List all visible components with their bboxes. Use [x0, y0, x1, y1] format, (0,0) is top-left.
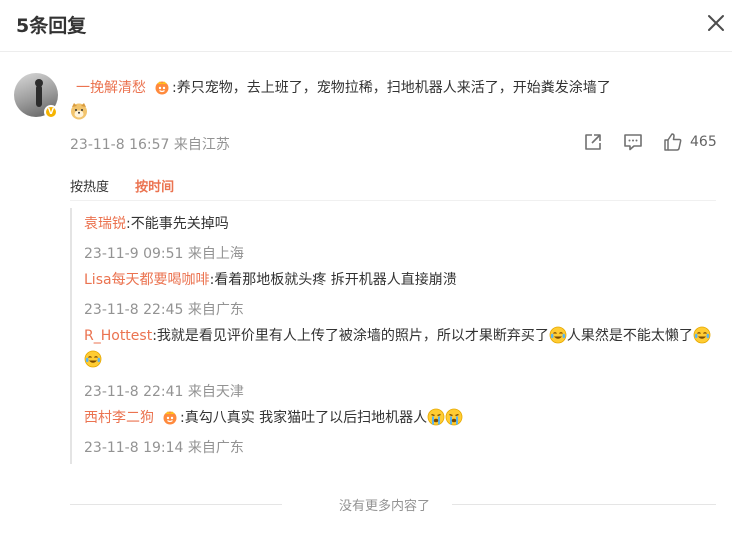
comment-actions: 465	[583, 132, 723, 154]
crying-emoji	[445, 408, 463, 426]
verified-badge-icon: V	[44, 105, 58, 119]
reply-date: 23-11-9 09:51	[84, 246, 184, 262]
reply-text: :我就是看见评价里有人上传了被涂墙的照片，所以才果断弃买了	[152, 328, 549, 344]
comment-icon[interactable]	[623, 132, 643, 152]
main-comment-username[interactable]: 一挽解清愁	[76, 80, 146, 96]
reply-location: 来自广东	[187, 302, 244, 318]
laugh-cry-emoji	[549, 326, 567, 344]
sort-bar: 按热度 按时间	[70, 176, 174, 195]
reply-meta: 23-11-8 22:41 来自天津	[84, 381, 244, 401]
reply-username[interactable]: R_Hottest	[84, 328, 152, 344]
reply-text: :不能事先关掉吗	[126, 216, 229, 232]
reply-date: 23-11-8 22:41	[84, 384, 184, 400]
laugh-cry-emoji	[84, 350, 102, 368]
reply-location: 来自上海	[187, 246, 244, 262]
vip-crown-icon	[155, 81, 169, 95]
reply-username[interactable]: 西村李二狗	[84, 410, 154, 426]
reply-item: R_Hottest:我就是看见评价里有人上传了被涂墙的照片，所以才果断弃买了 人…	[84, 324, 714, 372]
main-comment-text: 一挽解清愁 :养只宠物，去上班了，宠物拉稀，扫地机器人来活了，开始粪发涂墙了	[70, 76, 718, 124]
thumbs-up-icon[interactable]	[663, 132, 683, 152]
sort-by-hot-tab[interactable]: 按热度	[70, 180, 109, 195]
vip-crown-icon	[163, 411, 177, 425]
reply-username[interactable]: Lisa每天都要喝咖啡	[84, 272, 210, 288]
sort-by-time-tab[interactable]: 按时间	[135, 180, 174, 195]
reply-username[interactable]: 袁瑞锐	[84, 216, 126, 232]
crying-emoji	[427, 408, 445, 426]
divider	[70, 504, 282, 505]
reply-item: 袁瑞锐:不能事先关掉吗	[84, 212, 714, 236]
like-count: 465	[690, 134, 717, 150]
main-comment-meta: 23-11-8 16:57 来自江苏	[70, 134, 230, 154]
divider	[70, 200, 716, 201]
reply-location: 来自天津	[187, 384, 244, 400]
share-icon[interactable]	[583, 132, 603, 152]
divider	[452, 504, 716, 505]
reply-meta: 23-11-9 09:51 来自上海	[84, 243, 244, 263]
reply-text-continued: 人果然是不能太懒了	[566, 328, 693, 344]
reply-location: 来自广东	[187, 440, 244, 456]
reply-meta: 23-11-8 19:14 来自广东	[84, 437, 244, 457]
close-button[interactable]	[705, 12, 727, 34]
dialog-header: 5条回复	[0, 0, 732, 52]
reply-count-title: 5条回复	[16, 15, 87, 37]
doge-emoji	[71, 103, 87, 120]
main-comment-body: :养只宠物，去上班了，宠物拉稀，扫地机器人来活了，开始粪发涂墙了	[172, 80, 611, 96]
reply-text: :真勾八真实 我家猫吐了以后扫地机器人	[180, 410, 428, 426]
reply-item: Lisa每天都要喝咖啡:看着那地板就头疼 拆开机器人直接崩溃	[84, 268, 714, 292]
reply-date: 23-11-8 19:14	[84, 440, 184, 456]
reply-date: 23-11-8 22:45	[84, 302, 184, 318]
reply-list: 袁瑞锐:不能事先关掉吗 23-11-9 09:51 来自上海 Lisa每天都要喝…	[70, 208, 716, 464]
laugh-cry-emoji	[693, 326, 711, 344]
reply-item: 西村李二狗 :真勾八真实 我家猫吐了以后扫地机器人	[84, 406, 714, 430]
comment-date: 23-11-8 16:57	[70, 137, 170, 153]
no-more-content-text: 没有更多内容了	[339, 499, 431, 514]
close-icon[interactable]	[705, 12, 727, 34]
comment-location: 来自江苏	[173, 137, 230, 153]
reply-text: :看着那地板就头疼 拆开机器人直接崩溃	[209, 272, 457, 288]
reply-meta: 23-11-8 22:45 来自广东	[84, 299, 244, 319]
